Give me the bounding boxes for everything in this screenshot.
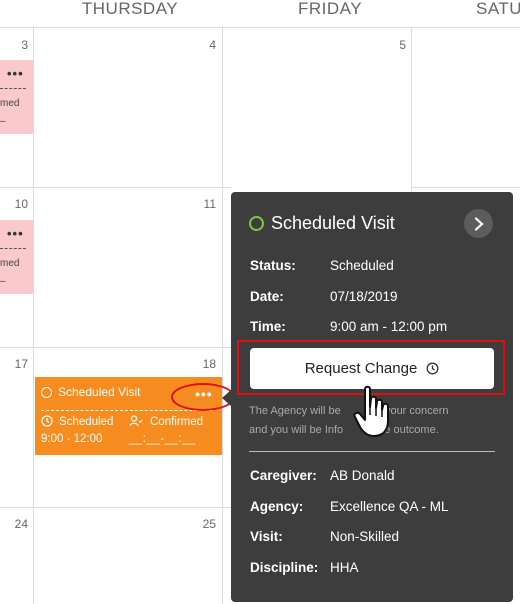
popover-title: Scheduled Visit [271, 213, 395, 233]
visit-card-actual-time: __:__-__:__ [129, 433, 196, 445]
card-text: med [0, 258, 20, 269]
caregiver-value: AB Donald [330, 468, 395, 483]
popover-divider [249, 451, 495, 452]
next-button[interactable] [464, 209, 493, 238]
visit-card-time: 9:00 - 12:00 [41, 433, 103, 445]
more-options-icon[interactable]: ••• [7, 226, 24, 241]
date-value: 07/18/2019 [330, 289, 398, 304]
grid-line [0, 347, 231, 348]
agency-label: Agency: [250, 499, 304, 514]
visit-card-title: Scheduled Visit [58, 385, 141, 399]
popover-caret [222, 390, 231, 406]
visit-card-header: Scheduled Visit [41, 385, 141, 399]
date-number: 17 [14, 357, 28, 371]
card-divider [41, 410, 212, 411]
date-number: 18 [202, 357, 216, 371]
chevron-right-icon [474, 216, 484, 231]
day-header-thursday: THURSDAY [81, 0, 179, 18]
status-label: Status: [250, 258, 296, 273]
more-options-icon[interactable]: ••• [7, 66, 24, 81]
card-text: med [0, 98, 20, 109]
card-divider [0, 88, 26, 89]
time-label: Time: [250, 319, 286, 334]
note-text: The Agency will be [249, 405, 341, 417]
discipline-value: HHA [330, 560, 359, 575]
visit-card-status: Scheduled [59, 416, 114, 428]
date-number: 24 [14, 517, 28, 531]
grid-line [411, 187, 520, 188]
date-number: 5 [399, 38, 406, 52]
caregiver-label: Caregiver: [250, 468, 317, 483]
grid-line [222, 27, 223, 604]
grid-line [0, 187, 231, 188]
note-text: and you will be Info [249, 424, 344, 436]
status-value: Scheduled [330, 258, 394, 273]
visit-label: Visit: [250, 529, 283, 544]
grid-line [411, 27, 412, 192]
hand-cursor-icon [353, 385, 393, 444]
grid-line [0, 27, 520, 28]
agency-value: Excellence QA - ML [330, 499, 449, 514]
date-number: 10 [14, 197, 28, 211]
visit-card-confirm: Confirmed [150, 416, 204, 428]
day-header-friday: FRIDAY [297, 0, 363, 18]
date-label: Date: [250, 289, 284, 304]
person-icon [129, 415, 143, 430]
card-text: – [0, 276, 6, 287]
date-number: 25 [202, 517, 216, 531]
clock-icon [41, 415, 53, 430]
popover-header: Scheduled Visit [249, 213, 395, 234]
card-text: – [0, 116, 6, 127]
time-value: 9:00 am - 12:00 pm [330, 319, 448, 334]
status-circle-icon [41, 386, 52, 398]
date-number: 4 [209, 38, 216, 52]
visit-value: Non-Skilled [330, 529, 400, 544]
grid-line [0, 507, 231, 508]
date-number: 11 [203, 197, 216, 211]
status-circle-icon [249, 216, 264, 231]
discipline-label: Discipline: [250, 560, 319, 575]
day-header-saturday: SATU [476, 0, 520, 18]
visit-card-partial[interactable]: ••• med – [0, 60, 33, 134]
grid-line [33, 27, 34, 604]
card-divider [0, 248, 26, 249]
visit-card-partial[interactable]: ••• med – [0, 220, 33, 294]
date-number: 3 [21, 38, 28, 52]
